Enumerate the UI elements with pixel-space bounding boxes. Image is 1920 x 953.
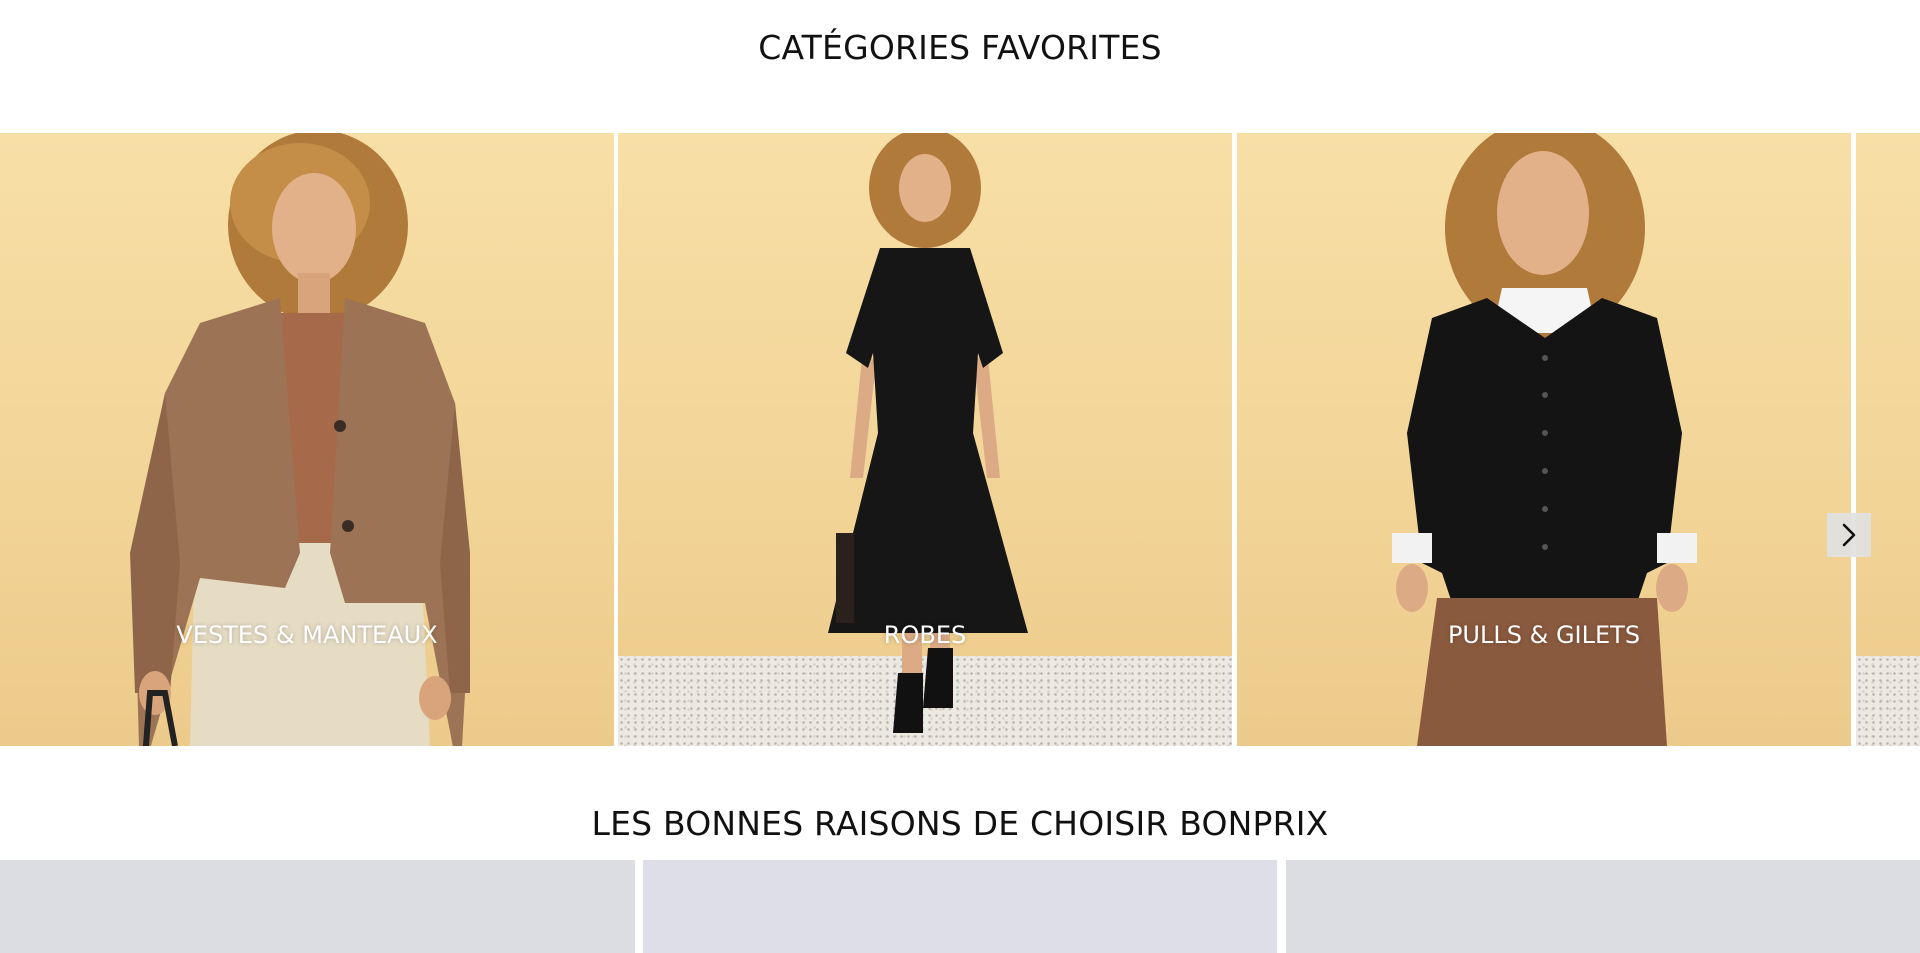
favorite-categories-title: CATÉGORIES FAVORITES xyxy=(758,28,1162,67)
reasons-row xyxy=(0,860,1920,953)
category-card-dresses[interactable]: ROBES xyxy=(618,133,1232,746)
model-photo-cardigan xyxy=(1392,133,1697,746)
category-card-next-partial[interactable] xyxy=(1856,133,1920,746)
category-label[interactable]: VESTES & MANTEAUX xyxy=(0,621,614,649)
chevron-right-icon xyxy=(1842,523,1856,547)
categories-carousel: VESTES & MANTEAUX ROBES PULLS & GILETS xyxy=(0,133,1920,746)
page: CATÉGORIES FAVORITES VESTES & MANTEAUX R… xyxy=(0,0,1920,953)
model-photo-jacket xyxy=(130,133,470,746)
model-photo-dress xyxy=(828,133,1028,733)
reason-tile[interactable] xyxy=(1286,860,1920,953)
category-card-sweaters[interactable]: PULLS & GILETS xyxy=(1237,133,1851,746)
reason-tile[interactable] xyxy=(0,860,635,953)
category-label[interactable]: PULLS & GILETS xyxy=(1237,621,1851,649)
category-card-jackets[interactable]: VESTES & MANTEAUX xyxy=(0,133,614,746)
reasons-title: LES BONNES RAISONS DE CHOISIR BONPRIX xyxy=(591,804,1329,843)
reason-tile[interactable] xyxy=(643,860,1277,953)
card-background xyxy=(1856,133,1920,746)
carousel-next-button[interactable] xyxy=(1827,513,1871,557)
category-label[interactable]: ROBES xyxy=(618,621,1232,649)
floor-texture xyxy=(1856,656,1920,746)
